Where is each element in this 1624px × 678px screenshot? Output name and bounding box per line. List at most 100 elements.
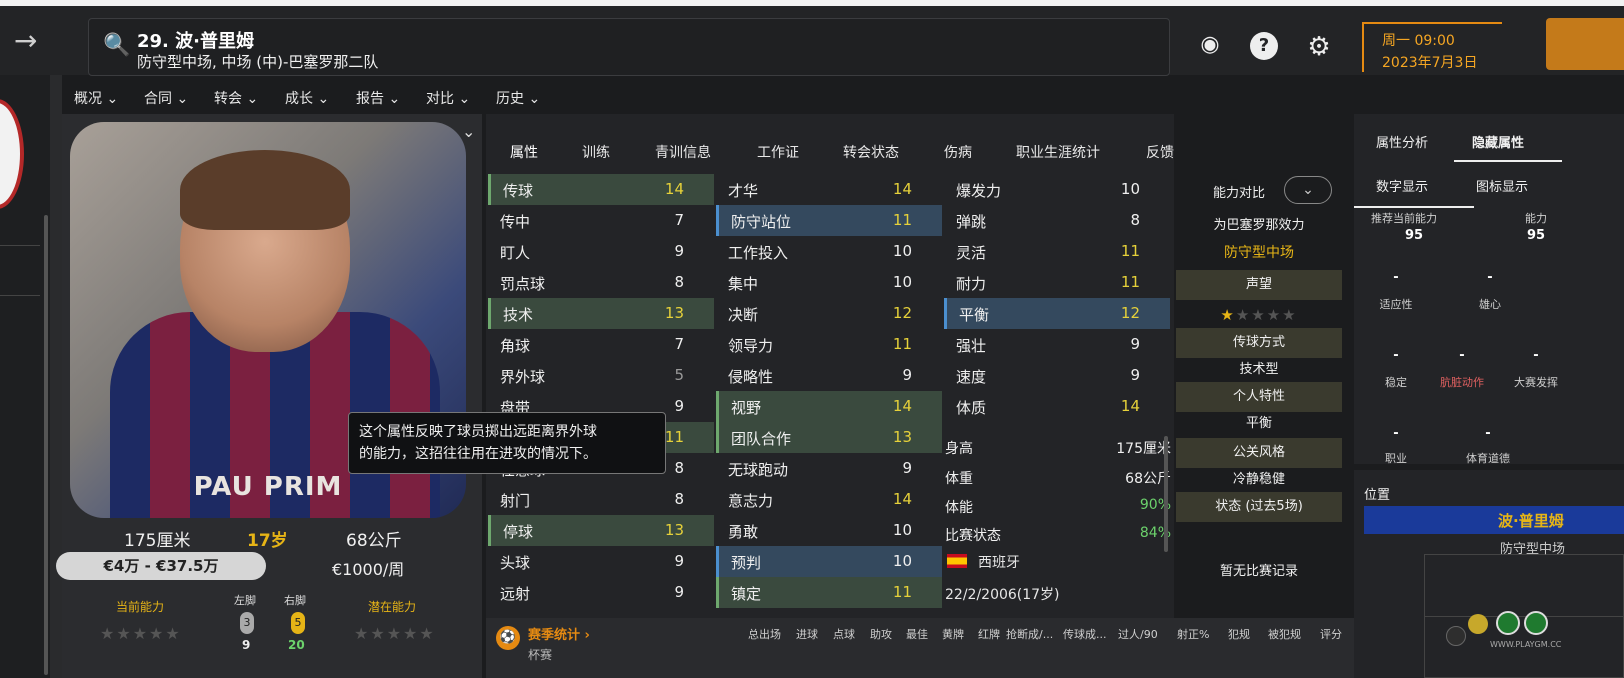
compare-panel: 能力对比 ⌄ 为巴塞罗那效力 防守型中场 声望 ★★★★★ 传球方式 技术型 个… (1176, 114, 1352, 678)
player-search-box[interactable]: 🔍 29. 波·普里姆 防守型中场, 中场 (中)-巴塞罗那二队 (88, 18, 1170, 76)
stat-header[interactable]: 黄牌 (942, 626, 964, 642)
nav-transfer[interactable]: 转会 ⌄ (214, 88, 258, 108)
attr-row[interactable]: 侵略性 9 (716, 360, 942, 391)
attr-row[interactable]: 决断 12 (716, 298, 942, 329)
attr-row[interactable]: 传球 14 (488, 174, 714, 205)
attr-row[interactable]: 平衡 12 (944, 298, 1170, 329)
right-foot-value: 20 (288, 638, 305, 652)
stat-header[interactable]: 总出场 (748, 626, 781, 642)
attr-row[interactable]: 速度 9 (944, 360, 1170, 391)
tab-attributes[interactable]: 属性 (510, 142, 538, 162)
tab-training[interactable]: 训练 (582, 142, 610, 162)
season-stats-title[interactable]: 赛季统计 › (528, 624, 590, 643)
club-badge-icon[interactable] (0, 99, 24, 209)
form-label: 状态 (过去5场) (1176, 492, 1342, 522)
stat-header[interactable]: 进球 (796, 626, 818, 642)
attr-row[interactable]: 技术 13 (488, 298, 714, 329)
tab-transfer-status[interactable]: 转会状态 (843, 142, 899, 162)
attr-row[interactable]: 镇定 11 (716, 577, 942, 608)
continue-button[interactable] (1546, 18, 1624, 70)
attr-row[interactable]: 头球 9 (488, 546, 714, 577)
attr-row[interactable]: 领导力 11 (716, 329, 942, 360)
chevron-down-icon[interactable]: ⌄ (462, 122, 475, 141)
attr-row[interactable]: 盯人 9 (488, 236, 714, 267)
attr-row[interactable]: 工作投入 10 (716, 236, 942, 267)
profile-nav: 概况 ⌄ 合同 ⌄ 转会 ⌄ 成长 ⌄ 报告 ⌄ 对比 ⌄ 历史 ⌄ (62, 78, 1352, 117)
position-label: 位置 (1364, 488, 1391, 503)
stat-header[interactable]: 过人/90 (1118, 626, 1158, 642)
nav-contract[interactable]: 合同 ⌄ (144, 88, 188, 108)
tab-hidden-attributes[interactable]: 隐藏属性 (1472, 132, 1524, 151)
attr-row[interactable]: 预判 10 (716, 546, 942, 577)
no-match-record: 暂无比赛记录 (1219, 564, 1298, 579)
attr-row[interactable]: 视野 14 (716, 391, 942, 422)
tab-underline (1454, 160, 1562, 162)
tab-career-stats[interactable]: 职业生涯统计 (1016, 142, 1100, 162)
position-marker-active (1496, 611, 1520, 635)
player-value[interactable]: €4万 - €37.5万 (56, 552, 266, 580)
attr-row[interactable]: 射门 8 (488, 484, 714, 515)
hidden-label: 雄心 (1479, 298, 1501, 311)
attr-row[interactable]: 罚点球 8 (488, 267, 714, 298)
attr-row[interactable]: 无球跑动 9 (716, 453, 942, 484)
personality-label: 个人特性 (1176, 382, 1342, 412)
tab-work-permit[interactable]: 工作证 (757, 142, 799, 162)
tab-attribute-analysis[interactable]: 属性分析 (1376, 132, 1428, 151)
attr-row[interactable]: 耐力 11 (944, 267, 1170, 298)
football-icon: ⚽ (496, 626, 520, 650)
attr-row[interactable]: 防守站位 11 (716, 205, 942, 236)
help-icon[interactable]: ? (1250, 32, 1278, 60)
stat-header[interactable]: 红牌 (978, 626, 1000, 642)
icon-display[interactable]: 图标显示 (1476, 176, 1528, 195)
attr-row[interactable]: 远射 9 (488, 577, 714, 608)
nav-history[interactable]: 历史 ⌄ (496, 88, 540, 108)
attr-row[interactable]: 角球 7 (488, 329, 714, 360)
tab-feedback[interactable]: 反馈 (1146, 142, 1174, 162)
ca-value: 95 (1404, 228, 1424, 243)
current-ability-label: 当前能力 (116, 600, 165, 614)
nationality[interactable]: 西班牙 (978, 552, 1020, 572)
attr-row[interactable]: 团队合作 13 (716, 422, 942, 453)
hidden-attributes-panel: 属性分析 隐藏属性 数字显示 图标显示 推荐当前能力 95 能力 95 - 适应… (1354, 114, 1624, 678)
nav-compare[interactable]: 对比 ⌄ (426, 88, 470, 108)
attr-row[interactable]: 停球 13 (488, 515, 714, 546)
hidden-label: 稳定 (1385, 376, 1407, 389)
numeric-display[interactable]: 数字显示 (1376, 176, 1428, 195)
game-date[interactable]: 周一 09:00 2023年7月3日 (1362, 22, 1502, 72)
globe-icon[interactable]: ◉ (1196, 32, 1224, 60)
attr-row[interactable]: 传中 7 (488, 205, 714, 236)
attr-row[interactable]: 弹跳 8 (944, 205, 1170, 236)
attr-row[interactable]: 意志力 14 (716, 484, 942, 515)
stat-header[interactable]: 传球成... (1063, 626, 1107, 642)
player-age: 17岁 (247, 531, 288, 551)
stat-header[interactable]: 最佳 (906, 626, 928, 642)
tab-youth-info[interactable]: 青训信息 (655, 142, 711, 162)
attr-row[interactable]: 勇敢 10 (716, 515, 942, 546)
section-divider (1354, 464, 1624, 470)
back-arrow-icon[interactable]: → (14, 24, 50, 64)
stat-header[interactable]: 助攻 (870, 626, 892, 642)
player-role: 防守型中场 (1224, 245, 1294, 261)
info-match-fitness: 比赛状态 84% (945, 525, 1171, 544)
gear-icon[interactable]: ⚙ (1305, 32, 1333, 62)
attr-row[interactable]: 灵活 11 (944, 236, 1170, 267)
nav-reports[interactable]: 报告 ⌄ (356, 88, 400, 108)
stat-header[interactable]: 抢断成/... (1006, 626, 1053, 642)
attr-row[interactable]: 才华 14 (716, 174, 942, 205)
attr-row[interactable]: 强壮 9 (944, 329, 1170, 360)
pa-label: 能力 (1525, 212, 1547, 225)
attr-row[interactable]: 界外球 5 (488, 360, 714, 391)
nav-development[interactable]: 成长 ⌄ (285, 88, 329, 108)
info-scrollbar[interactable] (1164, 436, 1168, 552)
stat-header[interactable]: 点球 (833, 626, 855, 642)
hidden-value: - (1533, 348, 1539, 363)
attr-row[interactable]: 集中 10 (716, 267, 942, 298)
attr-row[interactable]: 体质 14 (944, 391, 1170, 422)
rail-scrollbar[interactable] (44, 215, 48, 675)
mental-attributes: 才华 14 防守站位 11 工作投入 10 集中 10 决断 12 领导力 11 侵略性 9 … (716, 174, 942, 608)
technical-attributes: 传球14 传中7 盯人9 罚点球8 技术13 角球7 界外球5 盘带9 抢断11… (488, 174, 714, 608)
nav-overview[interactable]: 概况 ⌄ (74, 88, 119, 117)
attr-row[interactable]: 爆发力 10 (944, 174, 1170, 205)
compare-dropdown-icon[interactable]: ⌄ (1284, 176, 1332, 204)
tab-injuries[interactable]: 伤病 (944, 142, 972, 162)
